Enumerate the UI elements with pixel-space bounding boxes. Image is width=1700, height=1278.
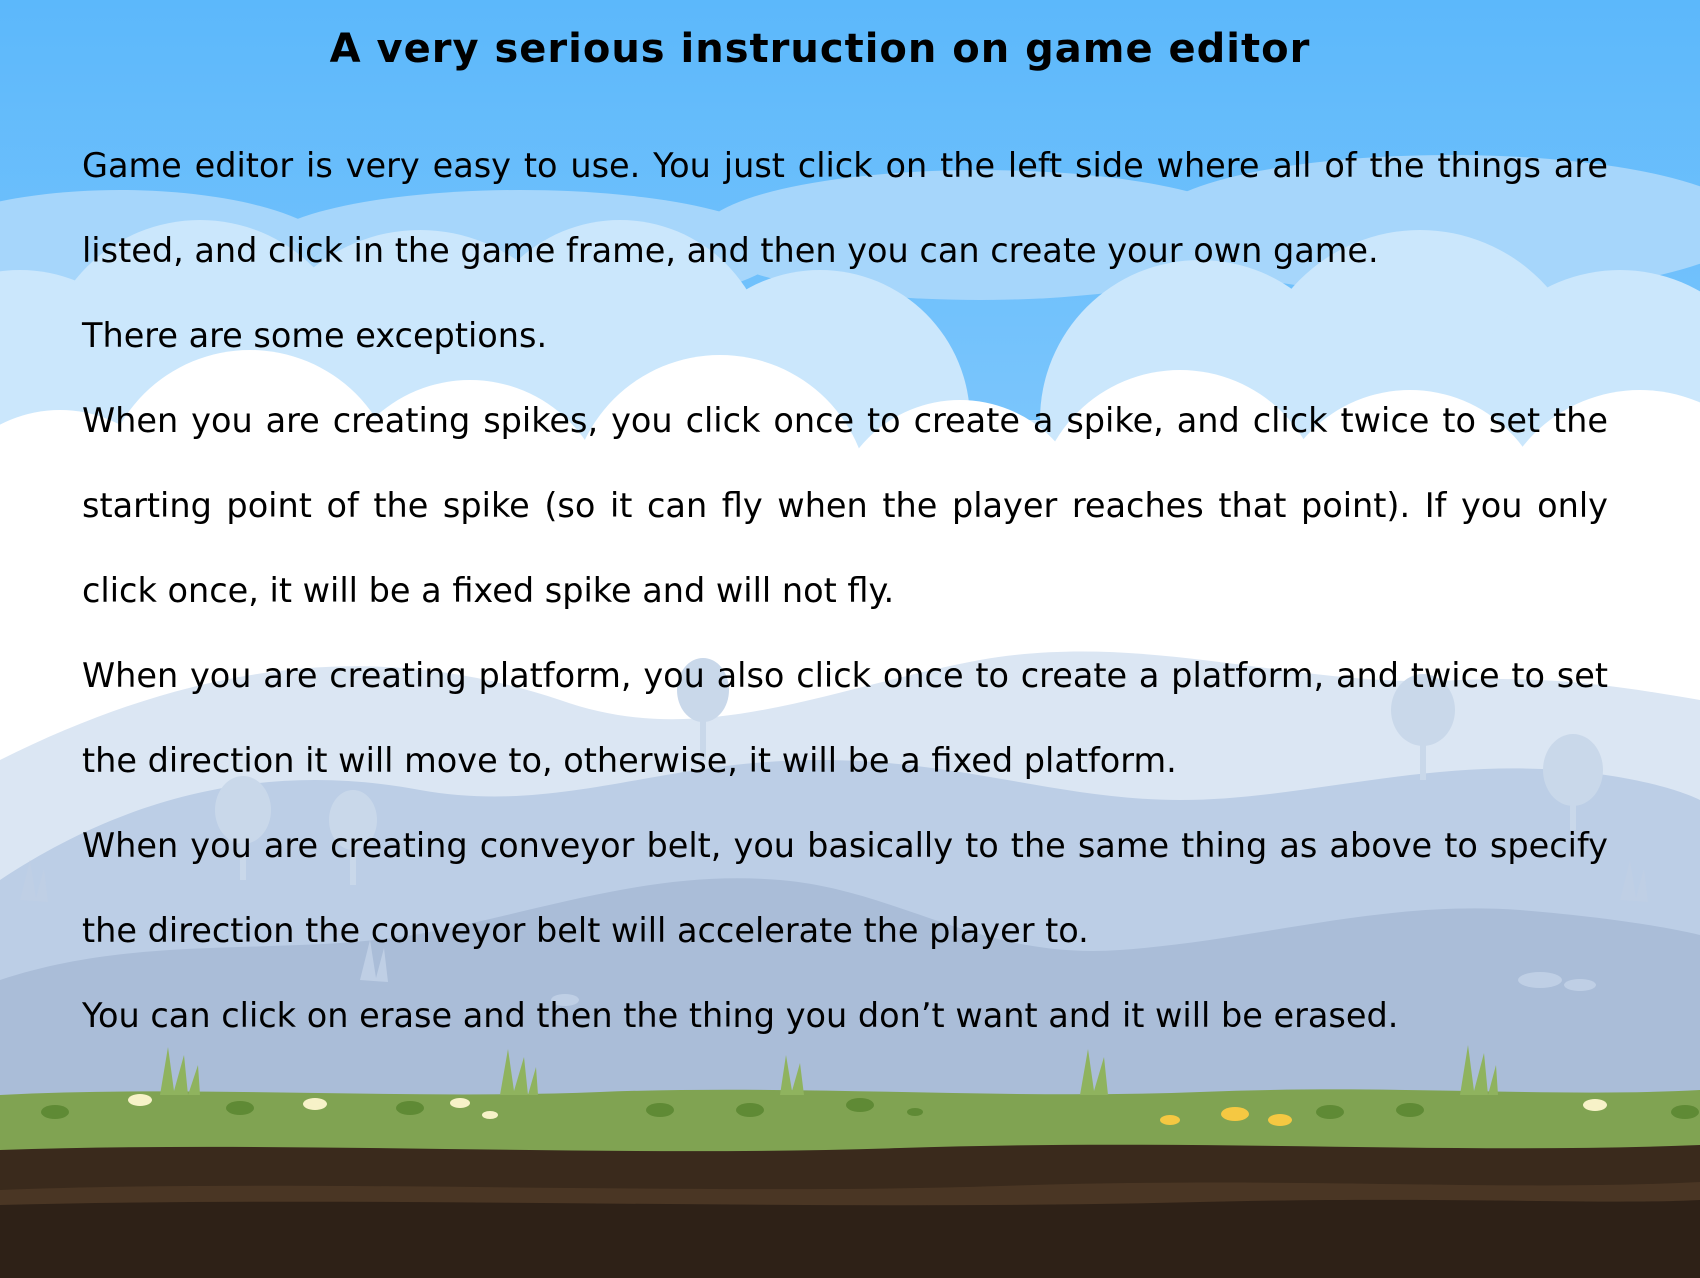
paragraph-spikes: When you are creating spikes, you click … <box>82 401 1608 610</box>
paragraph-erase: You can click on erase and then the thin… <box>82 996 1399 1035</box>
paragraph-exceptions: There are some exceptions. <box>82 316 548 355</box>
page-title: A very serious instruction on game edito… <box>329 26 1311 72</box>
instruction-text: Game editor is very easy to use. You jus… <box>82 123 1608 1058</box>
paragraph-conveyor: When you are creating conveyor belt, you… <box>82 826 1608 950</box>
paragraph-intro: Game editor is very easy to use. You jus… <box>82 146 1608 270</box>
soil-deep <box>0 1199 1700 1278</box>
paragraph-platform: When you are creating platform, you also… <box>82 656 1608 780</box>
instruction-screen: A very serious instruction on game edito… <box>0 0 1700 1278</box>
